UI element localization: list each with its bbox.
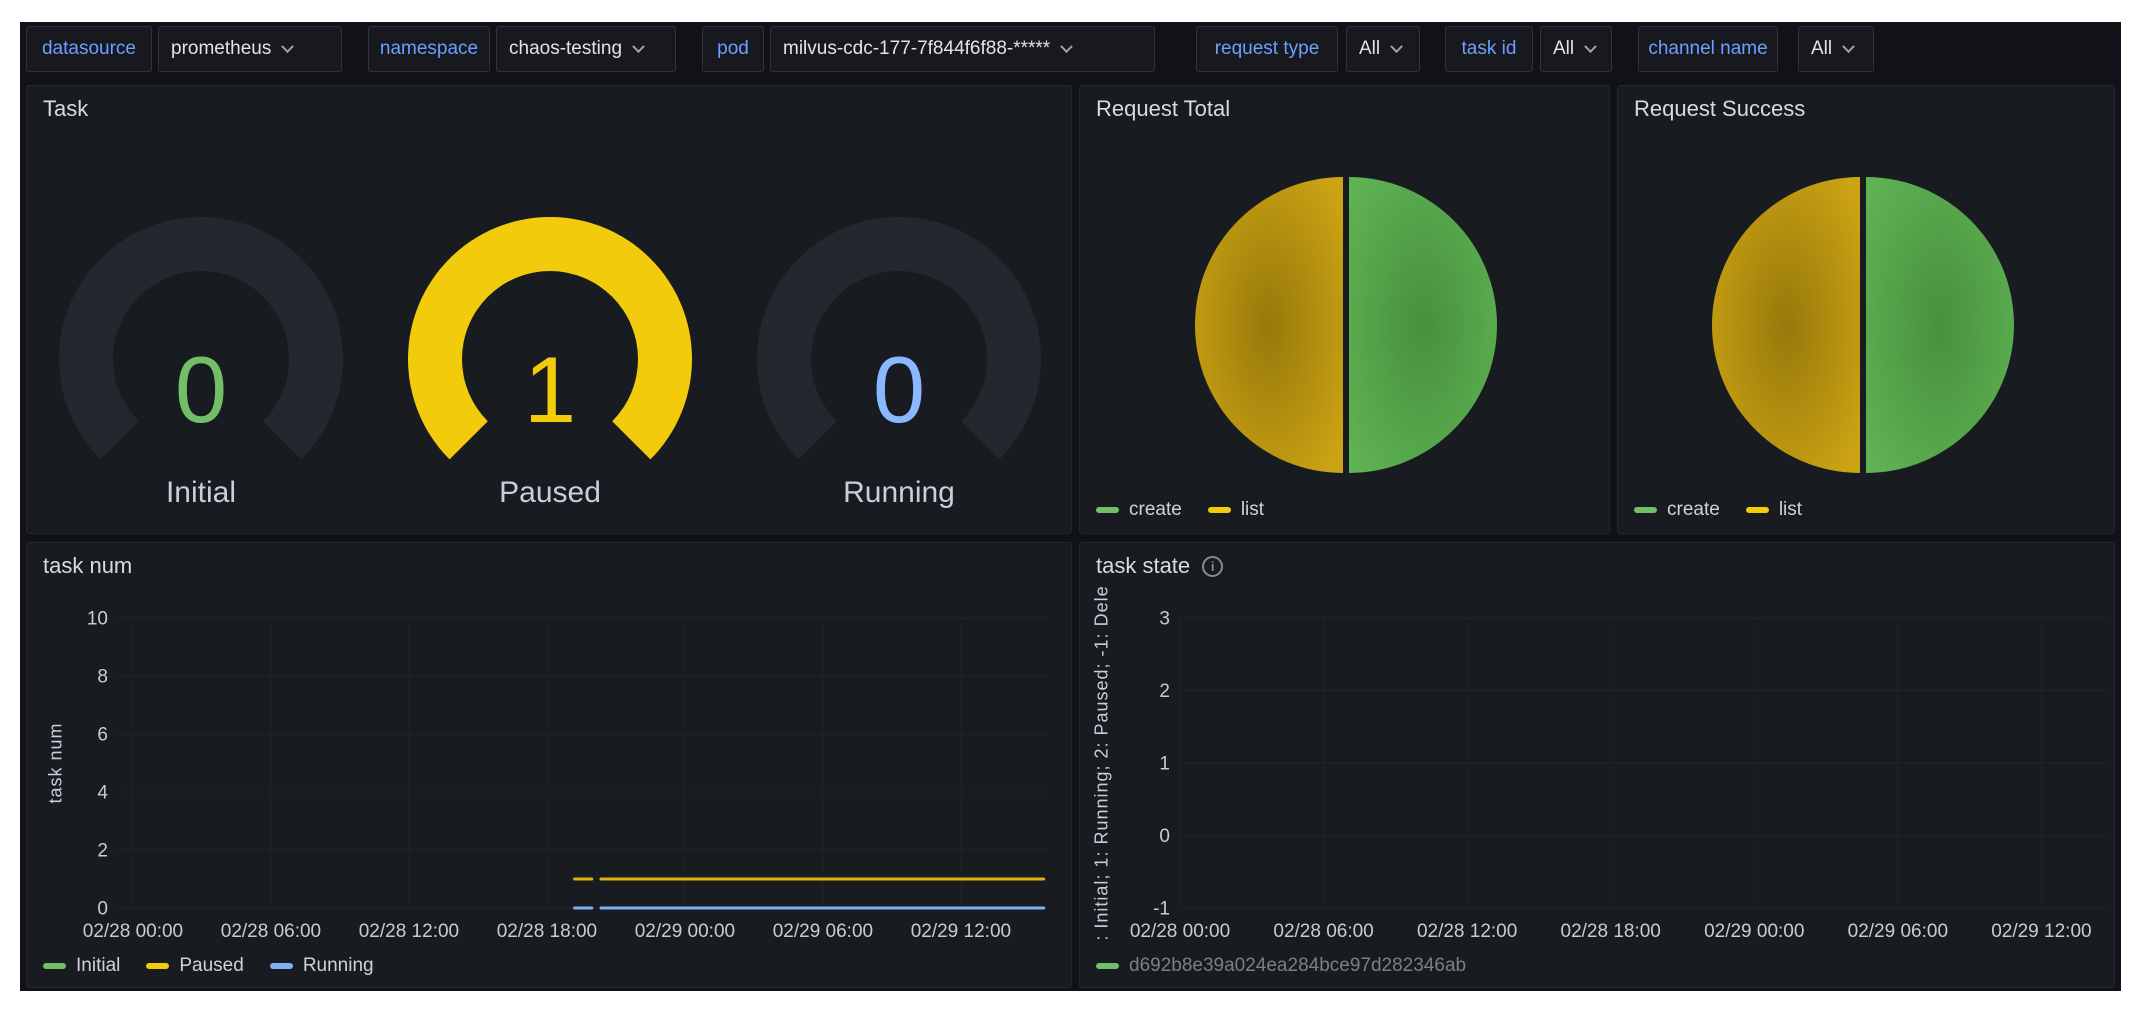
- gauge-label-paused: Paused: [400, 476, 700, 510]
- chevron-down-icon: [1390, 40, 1403, 53]
- panel-task: Task 0 1 0 Initial Paused Running: [26, 85, 1072, 534]
- series-color-dash: [270, 963, 293, 969]
- svg-text:02/29 12:00: 02/29 12:00: [1991, 921, 2091, 942]
- svg-text:10: 10: [87, 609, 108, 630]
- legend-item-running[interactable]: Running: [270, 955, 374, 977]
- dashboard: datasource prometheus namespace chaos-te…: [20, 22, 2121, 991]
- chevron-down-icon: [281, 40, 294, 53]
- gauge-paused: 1: [400, 213, 700, 465]
- svg-text:8: 8: [97, 667, 108, 688]
- variable-label-datasource: datasource: [26, 26, 152, 72]
- task-state-chart[interactable]: 02/28 00:00 02/28 06:00 02/28 12:00 02/28 1…: [1080, 543, 2114, 987]
- series-color-dash: [1096, 963, 1119, 969]
- gauge-running: 0: [749, 213, 1049, 465]
- svg-text:2: 2: [1159, 681, 1170, 702]
- svg-text:02/28 18:00: 02/28 18:00: [497, 921, 597, 942]
- svg-text:0: 0: [97, 899, 108, 920]
- request-success-legend: create list: [1634, 499, 1802, 521]
- svg-text:02/29 12:00: 02/29 12:00: [911, 921, 1011, 942]
- request-success-pie-chart: [1711, 173, 2015, 477]
- task-num-chart[interactable]: 02/28 00:00 02/28 06:00 02/28 12:00 02/28 1…: [27, 543, 1071, 987]
- svg-text:02/28 00:00: 02/28 00:00: [1130, 921, 1230, 942]
- request-total-legend: create list: [1096, 499, 1264, 521]
- variable-value-request-type[interactable]: All: [1346, 26, 1420, 72]
- svg-text:02/28 12:00: 02/28 12:00: [1417, 921, 1517, 942]
- variable-value-task-id[interactable]: All: [1540, 26, 1612, 72]
- panel-task-state: task state i : Initial; 1: Running; 2: P…: [1079, 542, 2115, 988]
- series-color-dash: [1208, 507, 1231, 513]
- variable-value-datasource[interactable]: prometheus: [158, 26, 342, 72]
- svg-text:02/28 12:00: 02/28 12:00: [359, 921, 459, 942]
- task-num-legend: Initial Paused Running: [43, 955, 374, 977]
- legend-item-initial[interactable]: Initial: [43, 955, 120, 977]
- panel-title[interactable]: Request Success: [1634, 96, 1805, 122]
- svg-text:0: 0: [175, 337, 227, 442]
- svg-text:0: 0: [1159, 826, 1170, 847]
- series-color-dash: [1746, 507, 1769, 513]
- chevron-down-icon: [1584, 40, 1597, 53]
- legend-item-create[interactable]: create: [1634, 499, 1720, 521]
- svg-text:1: 1: [1159, 754, 1170, 775]
- svg-text:02/29 00:00: 02/29 00:00: [1704, 921, 1804, 942]
- panel-request-total: Request Total create list: [1079, 85, 1610, 534]
- variable-value-namespace[interactable]: chaos-testing: [496, 26, 676, 72]
- legend-item-list[interactable]: list: [1746, 499, 1802, 521]
- legend-item-create[interactable]: create: [1096, 499, 1182, 521]
- panel-title[interactable]: Request Total: [1096, 96, 1230, 122]
- gauge-label-running: Running: [749, 476, 1049, 510]
- svg-text:02/29 06:00: 02/29 06:00: [1848, 921, 1948, 942]
- svg-text:3: 3: [1159, 609, 1170, 630]
- legend-item-series[interactable]: d692b8e39a024ea284bce97d282346ab: [1096, 955, 1466, 977]
- svg-text:02/28 06:00: 02/28 06:00: [221, 921, 321, 942]
- variable-label-pod: pod: [702, 26, 764, 72]
- panel-request-success: Request Success create list: [1617, 85, 2115, 534]
- svg-text:02/28 00:00: 02/28 00:00: [83, 921, 183, 942]
- variable-label-namespace: namespace: [368, 26, 490, 72]
- variable-label-task-id: task id: [1445, 26, 1533, 72]
- svg-text:-1: -1: [1153, 899, 1170, 920]
- svg-text:02/28 06:00: 02/28 06:00: [1273, 921, 1373, 942]
- series-color-dash: [146, 963, 169, 969]
- chevron-down-icon: [1060, 40, 1073, 53]
- series-color-dash: [43, 963, 66, 969]
- series-color-dash: [1096, 507, 1119, 513]
- chevron-down-icon: [1842, 40, 1855, 53]
- gauge-initial: 0: [51, 213, 351, 465]
- variable-label-channel-name: channel name: [1638, 26, 1778, 72]
- request-total-pie-chart: [1194, 173, 1498, 477]
- task-state-legend: d692b8e39a024ea284bce97d282346ab: [1096, 955, 1466, 977]
- svg-text:1: 1: [524, 337, 576, 442]
- series-color-dash: [1634, 507, 1657, 513]
- svg-text:02/28 18:00: 02/28 18:00: [1561, 921, 1661, 942]
- panel-title[interactable]: Task: [43, 96, 88, 122]
- svg-text:6: 6: [97, 725, 108, 746]
- legend-item-paused[interactable]: Paused: [146, 955, 243, 977]
- chevron-down-icon: [632, 40, 645, 53]
- svg-text:0: 0: [873, 337, 925, 442]
- svg-text:4: 4: [97, 783, 108, 804]
- variable-value-channel-name[interactable]: All: [1798, 26, 1874, 72]
- variable-label-request-type: request type: [1196, 26, 1338, 72]
- panel-task-num: task num task num 02/28 00:0002/28 06:00…: [26, 542, 1072, 988]
- svg-text:02/29 00:00: 02/29 00:00: [635, 921, 735, 942]
- svg-text:2: 2: [97, 841, 108, 862]
- variable-value-pod[interactable]: milvus-cdc-177-7f844f6f88-*****: [770, 26, 1155, 72]
- legend-item-list[interactable]: list: [1208, 499, 1264, 521]
- gauge-label-initial: Initial: [51, 476, 351, 510]
- svg-text:02/29 06:00: 02/29 06:00: [773, 921, 873, 942]
